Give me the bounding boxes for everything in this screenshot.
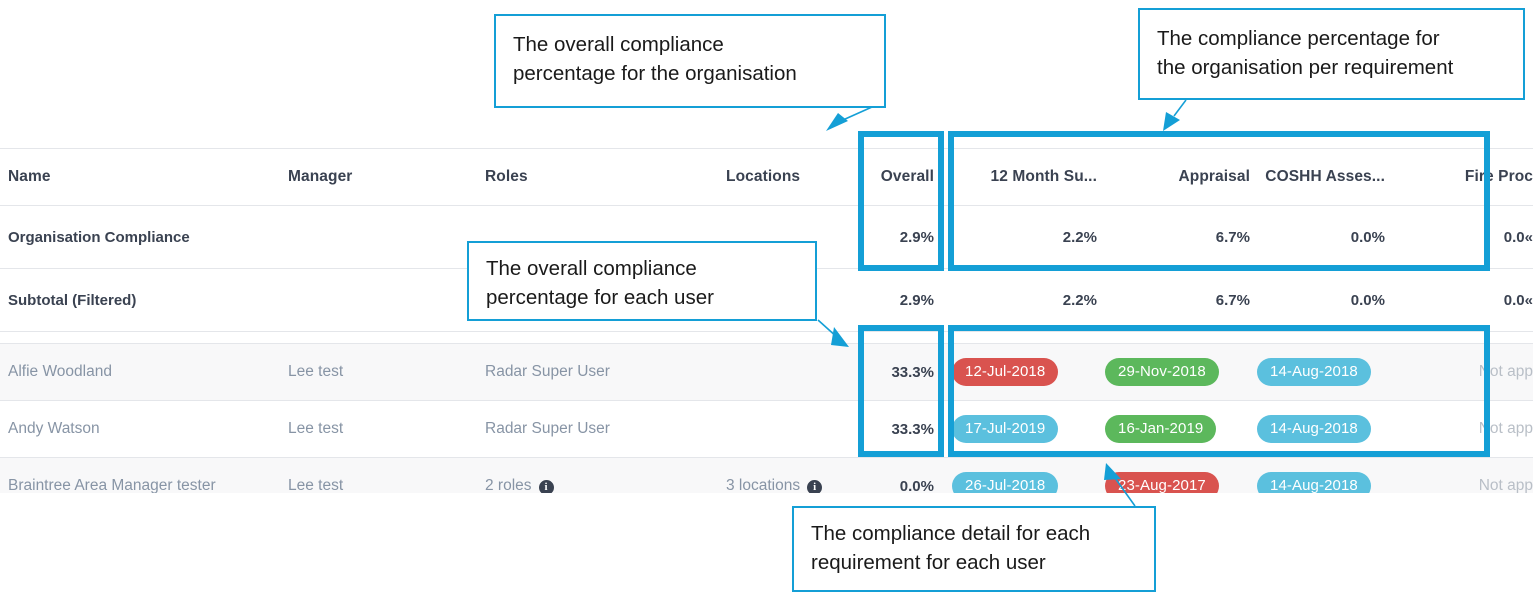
compliance-date-badge[interactable]: 23-Aug-2017 bbox=[1105, 471, 1219, 493]
cell-text: 2 roles bbox=[485, 477, 532, 493]
cell-text: Radar Super User bbox=[485, 420, 610, 437]
user-coshh-assessment-cell: 14-Aug-2018 bbox=[1257, 401, 1385, 457]
cell-text: 3 locations i bbox=[726, 477, 823, 493]
cell-text: Not app bbox=[1478, 477, 1533, 493]
organisation-compliance-12-month-supervision: 2.2% bbox=[1062, 228, 1097, 246]
info-icon[interactable]: i bbox=[807, 480, 823, 493]
subtotal-fire: 0.0« bbox=[1503, 291, 1533, 309]
callout-line: The overall compliance bbox=[486, 257, 697, 280]
cell-text: Andy Watson bbox=[8, 420, 100, 437]
user-manager-cell: Lee test bbox=[288, 344, 478, 400]
subtotal-appraisal: 6.7% bbox=[1215, 291, 1250, 309]
cell-text: 33.3% bbox=[891, 420, 934, 438]
column-header-appraisal[interactable]: Appraisal bbox=[1105, 149, 1250, 205]
table-row[interactable]: Braintree Area Manager tester Lee test 2 r… bbox=[0, 457, 1533, 493]
user-12-month-supervision-cell: 12-Jul-2018 bbox=[952, 344, 1097, 400]
cell-text: Lee test bbox=[288, 420, 344, 437]
cell-text: 33.3% bbox=[891, 363, 934, 381]
callout-compliance-detail: The compliance detail for each requireme… bbox=[792, 506, 1156, 592]
table-row[interactable]: Andy Watson Lee test Radar Super User 33.3%… bbox=[0, 400, 1533, 457]
table-section-divider bbox=[0, 331, 1533, 343]
subtotal-label: Subtotal (Filtered) bbox=[8, 291, 137, 309]
compliance-date-badge[interactable]: 16-Jan-2019 bbox=[1105, 414, 1217, 444]
user-appraisal-cell: 23-Aug-2017 bbox=[1105, 458, 1250, 493]
cell-text: Not app bbox=[1478, 363, 1533, 380]
subtotal-12-month-supervision: 2.2% bbox=[1062, 291, 1097, 309]
user-locations-cell bbox=[726, 344, 854, 400]
callout-line: The compliance percentage for bbox=[1157, 27, 1440, 50]
user-12-month-supervision-cell: 26-Jul-2018 bbox=[952, 458, 1097, 493]
organisation-compliance-label: Organisation Compliance bbox=[8, 228, 190, 246]
user-overall-cell: 0.0% bbox=[862, 458, 934, 494]
organisation-compliance-coshh: 0.0% bbox=[1350, 228, 1385, 246]
cell-text: 2 roles i bbox=[485, 477, 554, 493]
user-roles-cell: Radar Super User bbox=[485, 344, 717, 400]
compliance-date-badge[interactable]: 14-Aug-2018 bbox=[1257, 357, 1371, 387]
cell-text: Alfie Woodland bbox=[8, 363, 112, 380]
compliance-date-badge[interactable]: 14-Aug-2018 bbox=[1257, 471, 1371, 493]
user-appraisal-cell: 16-Jan-2019 bbox=[1105, 401, 1250, 457]
compliance-date-badge[interactable]: 29-Nov-2018 bbox=[1105, 357, 1219, 387]
user-coshh-assessment-cell: 14-Aug-2018 bbox=[1257, 344, 1385, 400]
user-coshh-assessment-cell: 14-Aug-2018 bbox=[1257, 458, 1385, 493]
column-header-12-month-supervision[interactable]: 12 Month Su... bbox=[952, 149, 1097, 205]
cell-text: Radar Super User bbox=[485, 363, 610, 380]
column-header-locations[interactable]: Locations bbox=[726, 149, 854, 205]
user-roles-cell: Radar Super User bbox=[485, 401, 717, 457]
user-name-cell: Andy Watson bbox=[8, 401, 280, 457]
user-name-cell: Alfie Woodland bbox=[8, 344, 280, 400]
callout-line: The compliance detail for each bbox=[811, 522, 1091, 545]
table-header-row: Name Manager Roles Locations Overall 12 … bbox=[0, 148, 1533, 205]
cell-text: Lee test bbox=[288, 363, 344, 380]
column-header-coshh-assessment[interactable]: COSHH Asses... bbox=[1257, 149, 1385, 205]
cell-text: 0.0% bbox=[899, 477, 934, 494]
user-overall-cell: 33.3% bbox=[862, 344, 934, 400]
compliance-date-badge[interactable]: 14-Aug-2018 bbox=[1257, 414, 1371, 444]
callout-line: percentage for each user bbox=[486, 286, 714, 310]
table-body: Alfie Woodland Lee test Radar Super User 33… bbox=[0, 343, 1533, 493]
compliance-date-badge[interactable]: 17-Jul-2019 bbox=[952, 414, 1059, 444]
cell-text: Braintree Area Manager tester bbox=[8, 477, 216, 493]
callout-line: percentage for the organisation bbox=[513, 62, 797, 86]
callout-organisation-overall: The overall compliance percentage for th… bbox=[494, 14, 886, 108]
callout-line: requirement for each user bbox=[811, 551, 1046, 575]
user-fire-procedure-cell: Not app bbox=[1393, 401, 1533, 457]
callout-organisation-per-requirement: The compliance percentage for the organi… bbox=[1138, 8, 1525, 100]
info-icon[interactable]: i bbox=[538, 480, 554, 493]
user-locations-cell: 3 locations i bbox=[726, 458, 854, 493]
column-header-roles[interactable]: Roles bbox=[485, 149, 717, 205]
column-header-manager[interactable]: Manager bbox=[288, 149, 478, 205]
user-locations-cell bbox=[726, 401, 854, 457]
callout-user-overall: The overall compliance percentage for ea… bbox=[467, 241, 817, 321]
user-name-cell: Braintree Area Manager tester bbox=[8, 458, 280, 493]
column-header-overall[interactable]: Overall bbox=[862, 149, 934, 205]
cell-text: 3 locations bbox=[726, 477, 801, 493]
organisation-compliance-appraisal: 6.7% bbox=[1215, 228, 1250, 246]
table-row[interactable]: Alfie Woodland Lee test Radar Super User 33… bbox=[0, 343, 1533, 400]
subtotal-coshh: 0.0% bbox=[1350, 291, 1385, 309]
subtotal-overall: 2.9% bbox=[899, 291, 934, 309]
column-header-name[interactable]: Name bbox=[8, 149, 280, 205]
user-manager-cell: Lee test bbox=[288, 458, 478, 493]
compliance-date-badge[interactable]: 12-Jul-2018 bbox=[952, 357, 1059, 387]
user-overall-cell: 33.3% bbox=[862, 401, 934, 457]
user-fire-procedure-cell: Not app bbox=[1393, 458, 1533, 493]
user-manager-cell: Lee test bbox=[288, 401, 478, 457]
cell-text: Lee test bbox=[288, 477, 344, 493]
compliance-date-badge[interactable]: 26-Jul-2018 bbox=[952, 471, 1059, 493]
user-12-month-supervision-cell: 17-Jul-2019 bbox=[952, 401, 1097, 457]
user-appraisal-cell: 29-Nov-2018 bbox=[1105, 344, 1250, 400]
column-header-fire-procedure[interactable]: Fire Proc bbox=[1393, 149, 1533, 205]
organisation-compliance-overall: 2.9% bbox=[899, 228, 934, 246]
callout-line: the organisation per requirement bbox=[1157, 56, 1454, 80]
user-fire-procedure-cell: Not app bbox=[1393, 344, 1533, 400]
user-roles-cell: 2 roles i bbox=[485, 458, 717, 493]
cell-text: Not app bbox=[1478, 420, 1533, 437]
callout-line: The overall compliance bbox=[513, 33, 724, 56]
organisation-compliance-fire: 0.0« bbox=[1503, 228, 1533, 246]
